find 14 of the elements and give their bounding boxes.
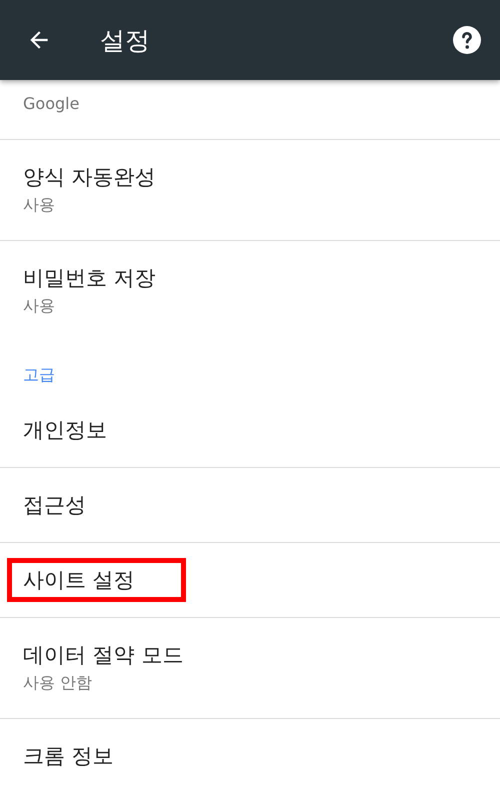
item-title[interactable]: 비밀번호 저장 <box>23 263 477 293</box>
item-subtitle: 사용 <box>23 194 56 216</box>
item-title[interactable]: 개인정보 <box>23 415 477 445</box>
item-title[interactable]: 양식 자동완성 <box>23 162 477 192</box>
item-title[interactable]: 접근성 <box>23 490 477 520</box>
item-title[interactable]: 크롬 정보 <box>23 741 477 771</box>
item-subtitle: 사용 <box>23 295 56 317</box>
item-subtitle: 사용 안함 <box>23 672 94 694</box>
item-subtitle: Google <box>23 93 80 115</box>
page-title: 설정 <box>100 24 151 56</box>
item-title[interactable]: 사이트 설정 <box>23 565 171 595</box>
item-title[interactable]: 데이터 절약 모드 <box>23 640 477 670</box>
section-header: 고급 <box>22 364 56 386</box>
help-icon[interactable] <box>453 26 481 54</box>
